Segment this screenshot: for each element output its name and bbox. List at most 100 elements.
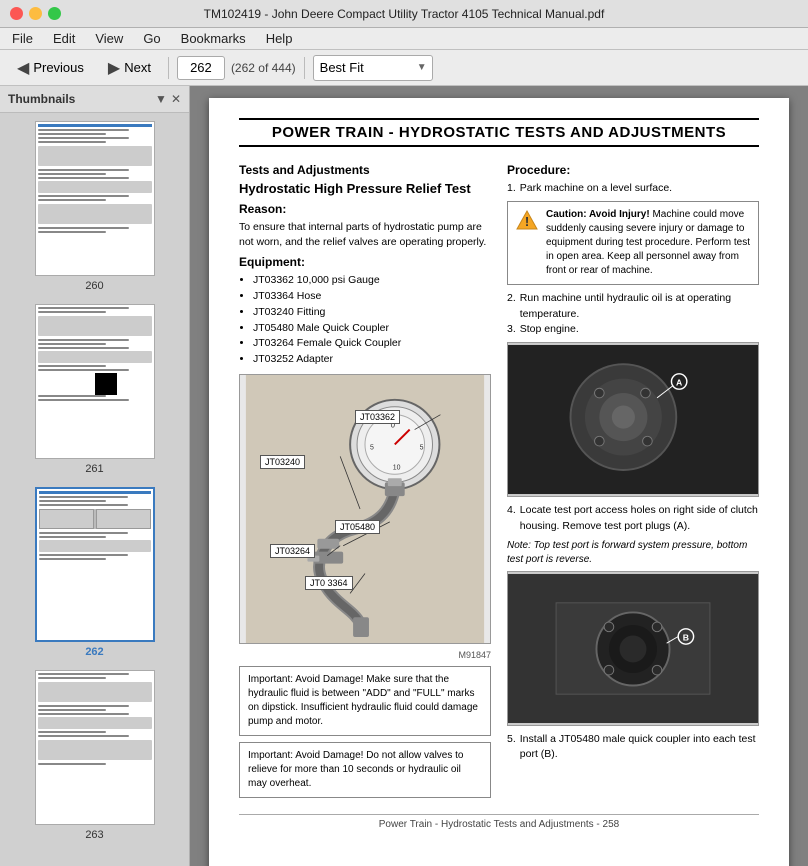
thumbnail-261[interactable]: 261 [0,296,189,479]
svg-text:5: 5 [420,444,424,451]
gauge-label-jt03240: JT03240 [260,455,305,469]
warning-box: ! Caution: Avoid Injury! Machine could m… [507,201,759,285]
close-button[interactable] [10,7,23,20]
thumbnail-260-label: 260 [85,280,103,292]
step-1: 1. Park machine on a level surface. [507,181,759,197]
menu-help[interactable]: Help [262,29,297,48]
step-2-num: 2. [507,291,516,323]
procedure-list-3: 4. Locate test port access holes on righ… [507,503,759,535]
thumbnails-title: Thumbnails [8,92,75,106]
toolbar: ◀ Previous ▶ Next 262 (262 of 444) Best … [0,50,808,86]
thumbnails-close-button[interactable]: ✕ [171,92,181,106]
step-4: 4. Locate test port access holes on righ… [507,503,759,535]
step-4-num: 4. [507,503,516,535]
next-button[interactable]: ▶ Next [99,53,160,83]
gauge-image-caption: M91847 [239,650,491,660]
window-title: TM102419 - John Deere Compact Utility Tr… [204,7,605,21]
thumbnail-262[interactable]: 262 [0,479,189,662]
step-2-text: Run machine until hydraulic oil is at op… [520,291,759,323]
thumbnail-262-image [35,487,155,642]
thumbnail-260[interactable]: 260 [0,113,189,296]
procedure-list: 1. Park machine on a level surface. [507,181,759,197]
test-heading: Hydrostatic High Pressure Relief Test [239,181,491,196]
gauge-label-jt03362: JT03362 [355,410,400,424]
gauge-label-jt03264: JT03264 [270,544,315,558]
svg-text:B: B [683,632,689,642]
equip-item-3: JT03240 Fitting [253,305,491,321]
thumbnails-header: Thumbnails ▼ ✕ [0,86,189,113]
right-column: Procedure: 1. Park machine on a level su… [507,157,759,798]
important-text-2: Important: Avoid Damage! Do not allow va… [248,749,482,791]
equipment-label: Equipment: [239,255,491,269]
important-box-1: Important: Avoid Damage! Make sure that … [239,666,491,736]
thumbnails-collapse-button[interactable]: ▼ [155,92,167,106]
gauge-label-jt03364: JT0 3364 [305,576,353,590]
next-arrow-icon: ▶ [108,58,120,78]
left-column: Tests and Adjustments Hydrostatic High P… [239,157,491,798]
photo-1: A MX34402 [507,342,759,497]
window-controls [10,7,61,20]
step-1-num: 1. [507,181,516,197]
important-box-2: Important: Avoid Damage! Do not allow va… [239,742,491,798]
zoom-select[interactable]: Best Fit Actual Size Fit Width 50% 75% 1… [313,55,433,81]
photo-2: B MX34403 [507,571,759,726]
procedure-list-2: 2. Run machine until hydraulic oil is at… [507,291,759,338]
reason-text: To ensure that internal parts of hydrost… [239,220,491,249]
procedure-list-4: 5. Install a JT05480 male quick coupler … [507,732,759,764]
thumbnails-controls: ▼ ✕ [155,92,181,106]
equip-item-2: JT03364 Hose [253,289,491,305]
page-count: (262 of 444) [231,61,296,75]
menu-go[interactable]: Go [139,29,164,48]
previous-label: Previous [33,60,84,75]
page-footer: Power Train - Hydrostatic Tests and Adju… [239,814,759,830]
menu-file[interactable]: File [8,29,37,48]
note-text: Note: Top test port is forward system pr… [507,539,759,567]
equip-item-6: JT03252 Adapter [253,352,491,368]
pdf-page: POWER TRAIN - HYDROSTATIC TESTS AND ADJU… [209,98,789,866]
svg-text:A: A [676,377,683,387]
step-1-text: Park machine on a level surface. [520,181,672,197]
separator2 [304,57,305,79]
menu-view[interactable]: View [91,29,127,48]
step-3-num: 3. [507,322,516,338]
thumbnail-262-label: 262 [85,646,103,658]
thumbnails-panel: Thumbnails ▼ ✕ [0,86,190,866]
content-area[interactable]: POWER TRAIN - HYDROSTATIC TESTS AND ADJU… [190,86,808,866]
maximize-button[interactable] [48,7,61,20]
section-label: Tests and Adjustments [239,163,491,177]
separator [168,57,169,79]
svg-text:10: 10 [393,464,401,471]
titlebar: TM102419 - John Deere Compact Utility Tr… [0,0,808,28]
warning-text: Caution: Avoid Injury! Machine could mov… [546,208,750,278]
thumbnail-261-label: 261 [85,463,103,475]
procedure-label: Procedure: [507,163,759,177]
zoom-wrapper: Best Fit Actual Size Fit Width 50% 75% 1… [313,55,433,81]
step-5: 5. Install a JT05480 male quick coupler … [507,732,759,764]
minimize-button[interactable] [29,7,42,20]
thumbnail-261-image [35,304,155,459]
equip-item-1: JT03362 10,000 psi Gauge [253,273,491,289]
step-5-text: Install a JT05480 male quick coupler int… [520,732,759,764]
main-layout: Thumbnails ▼ ✕ [0,86,808,866]
previous-button[interactable]: ◀ Previous [8,53,93,83]
thumbnail-263-label: 263 [85,829,103,841]
reason-label: Reason: [239,202,491,216]
previous-arrow-icon: ◀ [17,58,29,78]
step-2: 2. Run machine until hydraulic oil is at… [507,291,759,323]
thumbnail-263[interactable]: 263 [0,662,189,845]
equipment-list: JT03362 10,000 psi Gauge JT03364 Hose JT… [253,273,491,368]
svg-text:5: 5 [370,444,374,451]
menu-bookmarks[interactable]: Bookmarks [177,29,250,48]
section-columns: Tests and Adjustments Hydrostatic High P… [239,157,759,798]
step-4-text: Locate test port access holes on right s… [520,503,759,535]
equip-item-5: JT03264 Female Quick Coupler [253,336,491,352]
gauge-image: 0 5 5 10 [239,374,491,644]
next-label: Next [124,60,151,75]
menu-edit[interactable]: Edit [49,29,79,48]
menubar: File Edit View Go Bookmarks Help [0,28,808,50]
page-main-title: POWER TRAIN - HYDROSTATIC TESTS AND ADJU… [239,118,759,147]
equip-item-4: JT05480 Male Quick Coupler [253,321,491,337]
svg-text:!: ! [525,214,529,229]
thumbnail-260-image [35,121,155,276]
page-number-input[interactable]: 262 [177,56,225,80]
